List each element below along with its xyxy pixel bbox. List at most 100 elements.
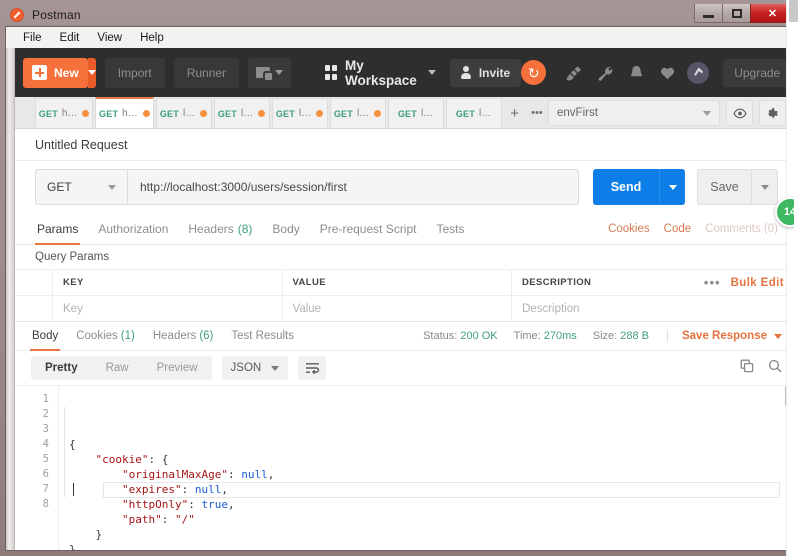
menu-item-file[interactable]: File [14, 30, 51, 46]
code-token: : [227, 468, 242, 481]
eye-icon [732, 108, 747, 118]
table-row[interactable]: Key Value Description [15, 295, 794, 321]
response-tab-body[interactable]: Body [23, 321, 67, 351]
send-dropdown-button[interactable] [659, 169, 685, 205]
tab-authorization[interactable]: Authorization [88, 213, 178, 245]
code-link[interactable]: Code [664, 223, 692, 235]
tab-tests[interactable]: Tests [426, 213, 474, 245]
app-vertical-scrollbar[interactable] [786, 0, 800, 556]
code-line: "originalMaxAge": null, [69, 467, 794, 482]
text-caret [73, 483, 74, 496]
unsaved-dot-icon [200, 110, 208, 117]
workspace-selector[interactable]: My Workspace [325, 58, 436, 88]
line-number: 4 [42, 438, 49, 450]
import-button[interactable]: Import [104, 57, 165, 88]
format-preview[interactable]: Preview [143, 356, 212, 380]
value-input[interactable]: Value [283, 296, 512, 321]
line-number: 2 [42, 408, 49, 420]
code-lines: { "cookie": { "originalMaxAge": null, "e… [69, 437, 794, 550]
save-dropdown-button[interactable] [751, 169, 778, 205]
language-select[interactable]: JSON [221, 356, 289, 380]
url-input[interactable]: http://localhost:3000/users/session/firs… [127, 169, 579, 205]
json-code-content[interactable]: { "cookie": { "originalMaxAge": null, "e… [59, 386, 794, 550]
environment-settings-button[interactable] [759, 100, 786, 126]
upgrade-button[interactable]: Upgrade [723, 58, 792, 87]
response-tab-cookies[interactable]: Cookies (1) [67, 321, 144, 351]
code-line: "httpOnly": true, [69, 497, 794, 512]
new-folder-button[interactable] [248, 57, 292, 88]
tab-title: h… [61, 108, 78, 119]
tab-params[interactable]: Params [27, 213, 88, 245]
maximize-button[interactable] [722, 4, 751, 23]
column-description: DESCRIPTION [522, 277, 592, 288]
tab-method: GET [275, 108, 295, 119]
response-body-code[interactable]: 1 2 3 4 5 6 7 8 { "cookie": { "originalM… [15, 385, 794, 550]
copy-icon[interactable] [740, 359, 754, 378]
add-tab-button[interactable]: + [504, 98, 526, 128]
format-pretty[interactable]: Pretty [31, 356, 92, 380]
chevron-down-icon [774, 333, 782, 339]
request-tab[interactable]: GET l… [329, 98, 386, 128]
environment-select[interactable]: envFirst [548, 100, 720, 126]
save-response-button[interactable]: Save Response [666, 330, 782, 342]
left-scrollbar-rail[interactable] [6, 48, 15, 550]
format-raw[interactable]: Raw [92, 356, 143, 380]
request-tab[interactable]: GET l… [213, 98, 270, 128]
request-tab[interactable]: GET l… [271, 98, 328, 128]
tab-pre-request-script[interactable]: Pre-request Script [310, 213, 427, 245]
tab-title: l… [240, 108, 254, 119]
menu-item-edit[interactable]: Edit [51, 30, 89, 46]
response-body-toolbar: Pretty Raw Preview JSON [15, 351, 794, 385]
new-button[interactable]: New [23, 57, 88, 88]
tab-title: l… [182, 108, 196, 119]
response-tab-test-results[interactable]: Test Results [222, 321, 303, 351]
comments-link[interactable]: Comments (0) [705, 223, 778, 235]
tab-label: Headers [188, 221, 234, 236]
request-tab[interactable]: GET l… [387, 98, 444, 128]
request-tab[interactable]: GET l… [445, 98, 502, 128]
code-token: : [188, 498, 202, 511]
row-checkbox-cell[interactable] [15, 296, 53, 321]
tab-headers[interactable]: Headers (8) [178, 213, 262, 245]
environment-quick-look-button[interactable] [726, 100, 753, 126]
sync-icon[interactable]: ↻ [521, 60, 547, 85]
chevron-down-icon [271, 365, 280, 371]
description-input[interactable]: Description [512, 296, 682, 321]
cookies-link[interactable]: Cookies [608, 223, 650, 235]
request-name[interactable]: Untitled Request [15, 129, 794, 161]
invite-button[interactable]: Invite [449, 58, 522, 87]
account-avatar-icon[interactable] [687, 61, 710, 84]
satellite-icon[interactable] [561, 60, 587, 86]
table-more-button[interactable]: ••• [704, 275, 721, 290]
menu-item-view[interactable]: View [88, 30, 131, 46]
minimize-button[interactable] [694, 4, 723, 23]
tab-count: (1) [120, 330, 135, 342]
wrench-icon[interactable] [592, 60, 618, 86]
heart-icon[interactable] [654, 60, 680, 86]
search-icon[interactable] [768, 359, 782, 378]
wrap-lines-button[interactable] [298, 356, 327, 380]
bell-icon[interactable] [623, 60, 649, 86]
key-input[interactable]: Key [53, 296, 283, 321]
status-value: 200 OK [460, 330, 498, 342]
time-value: 270ms [543, 330, 577, 342]
query-params-label: Query Params [35, 251, 110, 263]
request-tab[interactable]: GET h… [35, 98, 94, 128]
request-tab-active[interactable]: GET h… [95, 97, 154, 128]
wrap-lines-icon [305, 363, 319, 374]
request-tab[interactable]: GET l… [155, 98, 212, 128]
tab-body[interactable]: Body [262, 213, 309, 245]
http-method-select[interactable]: GET [35, 169, 127, 205]
tabs-more-button[interactable]: ••• [526, 98, 548, 128]
tab-method: GET [217, 108, 237, 119]
code-token: true [201, 498, 228, 511]
send-button[interactable]: Send [593, 169, 659, 205]
bulk-edit-button[interactable]: Bulk Edit [731, 277, 784, 289]
unsaved-dot-icon [258, 110, 266, 117]
menu-item-help[interactable]: Help [131, 30, 173, 46]
response-tab-headers[interactable]: Headers (6) [144, 321, 223, 351]
runner-button[interactable]: Runner [173, 57, 240, 88]
new-dropdown-button[interactable] [87, 57, 96, 88]
save-button[interactable]: Save [697, 169, 751, 205]
